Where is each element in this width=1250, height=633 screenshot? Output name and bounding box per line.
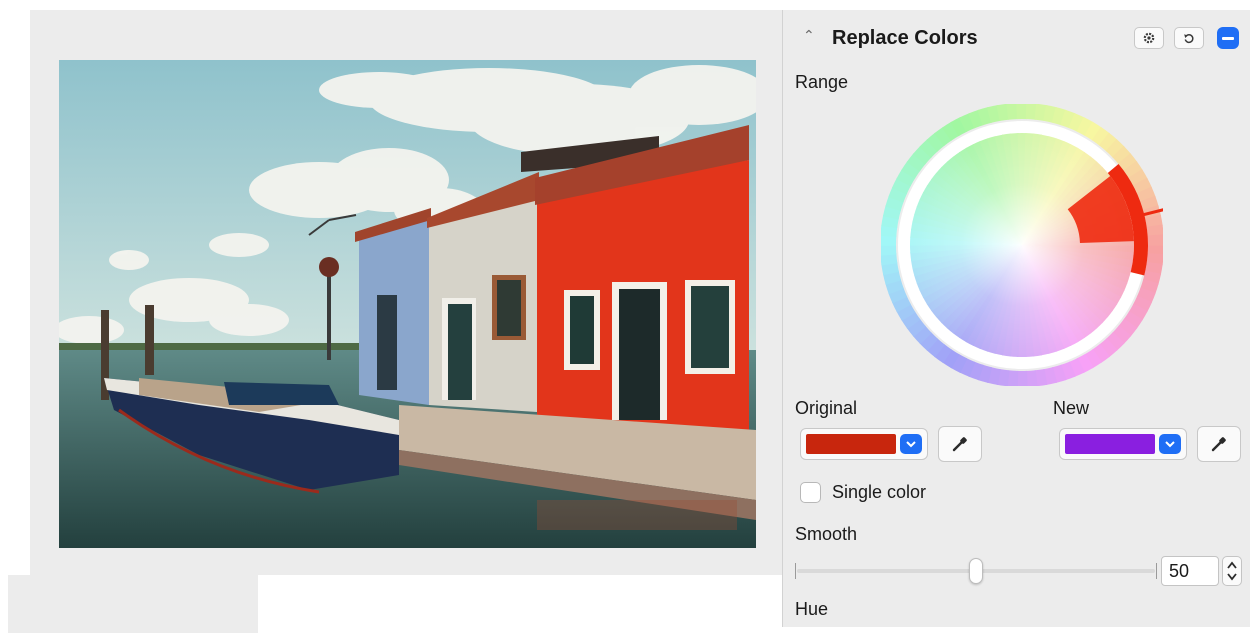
new-color-select[interactable] [1059,428,1187,460]
slider-thumb[interactable] [969,558,983,584]
dropdown-button[interactable] [1159,434,1181,454]
dropdown-button[interactable] [900,434,922,454]
range-label: Range [795,72,849,92]
chevron-down-icon [906,440,916,447]
single-color-checkbox[interactable] [800,482,821,503]
color-range-wheel[interactable] [881,104,1163,386]
minus-icon [1222,36,1234,40]
eyedropper-icon [1211,437,1226,452]
gear-icon [1143,32,1155,44]
panel-title: Replace Colors [832,27,978,49]
canvas-bottom-strip [8,575,258,633]
original-color-swatch [806,434,896,454]
settings-button[interactable] [1134,27,1164,49]
reset-button[interactable] [1174,27,1204,49]
wheel-center [910,133,1134,357]
original-color-select[interactable] [800,428,928,460]
smooth-stepper[interactable] [1222,556,1242,586]
new-eyedropper-button[interactable] [1197,426,1241,462]
smooth-value-field[interactable]: 50 [1161,556,1219,586]
reset-icon [1184,34,1194,44]
venice-houses-photo [59,60,756,548]
replace-colors-panel: ⌃ Replace Colors Range Original New Sing… [782,10,1250,627]
chevron-down-icon [1165,440,1175,447]
smooth-label: Smooth [795,524,858,544]
remove-effect-button[interactable] [1217,27,1239,49]
stepper-arrows-icon [1227,561,1237,581]
photo-preview[interactable] [59,60,756,548]
slider-max-tick [1156,563,1157,579]
new-label: New [1053,398,1090,418]
slider-min-tick [795,563,796,579]
original-eyedropper-button[interactable] [938,426,982,462]
single-color-label: Single color [832,482,927,502]
chevron-up-icon[interactable]: ⌃ [803,27,815,44]
new-color-swatch [1065,434,1155,454]
eyedropper-icon [952,437,967,452]
smooth-slider[interactable] [795,558,1157,584]
hue-label: Hue [795,599,829,619]
original-label: Original [795,398,858,418]
